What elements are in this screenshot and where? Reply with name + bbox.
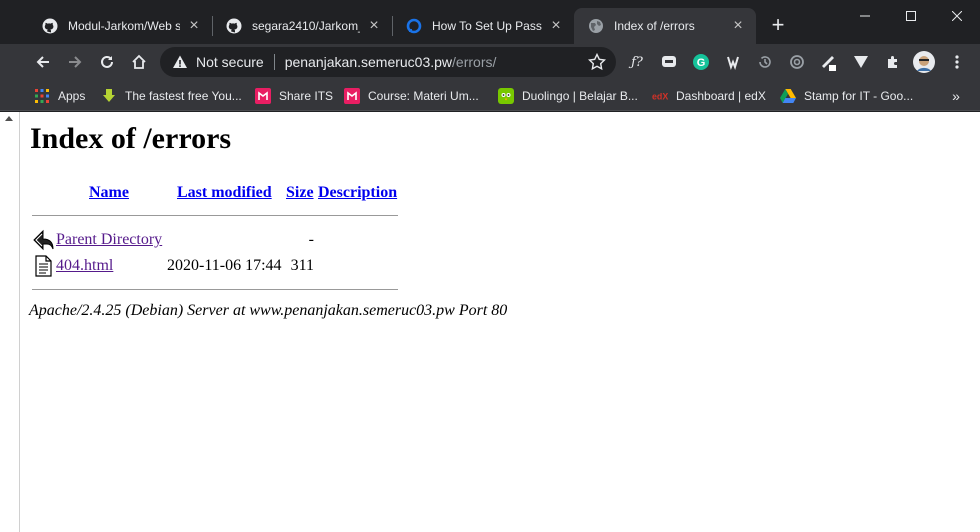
close-tab-icon[interactable]: × [548, 18, 564, 34]
page-title: Index of /errors [30, 122, 232, 155]
security-status-label: Not secure [196, 54, 264, 70]
bookmark-course-materi[interactable]: Course: Materi Um... [344, 85, 479, 107]
close-tab-icon[interactable]: × [186, 18, 202, 34]
parent-directory-link[interactable]: Parent Directory [56, 231, 162, 249]
bookmark-duolingo[interactable]: Duolingo | Belajar B... [498, 85, 638, 107]
profile-avatar[interactable] [913, 51, 935, 73]
bookmark-label: Apps [58, 89, 86, 103]
extensions-puzzle-icon[interactable] [882, 51, 904, 73]
bookmark-label: Course: Materi Um... [368, 89, 479, 103]
url-path: /errors/ [452, 54, 497, 70]
size-value: - [308, 231, 314, 248]
new-tab-button[interactable]: + [766, 14, 790, 38]
tab-title: segara2410/Jarkom_M [252, 19, 360, 33]
bookmark-stamp-for-it[interactable]: Stamp for IT - Goo... [780, 85, 913, 107]
circle-extension-icon[interactable] [786, 51, 808, 73]
wappalyzer-icon[interactable] [722, 51, 744, 73]
bookmark-label: The fastest free You... [125, 89, 242, 103]
duolingo-icon [498, 88, 514, 104]
column-last-modified-header[interactable]: Last modified [177, 184, 272, 202]
forward-button[interactable] [61, 48, 89, 76]
column-description-header[interactable]: Description [318, 184, 397, 202]
history-extension-icon[interactable] [754, 51, 776, 73]
edx-icon: edX [652, 88, 668, 104]
not-secure-warning-icon [173, 55, 187, 68]
tab-title: Index of /errors [614, 19, 695, 33]
close-tab-icon[interactable]: × [730, 18, 746, 34]
course-icon [344, 88, 360, 104]
back-arrow-icon [33, 229, 54, 251]
minimize-button[interactable] [842, 0, 888, 32]
close-window-button[interactable] [934, 0, 980, 32]
address-divider [273, 54, 275, 70]
header-divider [32, 215, 398, 216]
line-extension-icon[interactable] [658, 51, 680, 73]
footer-divider [32, 289, 398, 290]
page-content: Index of /errors Name Last modified Size… [20, 112, 980, 532]
file-link-404-html[interactable]: 404.html [56, 257, 113, 275]
size-value: 311 [290, 257, 314, 274]
bookmark-star-icon[interactable] [588, 53, 606, 71]
tab-title: Modul-Jarkom/Web se [68, 19, 180, 33]
back-arrow-icon [36, 56, 49, 68]
github-icon [42, 18, 58, 34]
reload-button[interactable] [93, 48, 121, 76]
tab-title: How To Set Up Passwo [432, 19, 542, 33]
scroll-up-arrow-icon[interactable] [5, 116, 13, 121]
apps-grid-icon [34, 88, 50, 104]
bookmark-label: Dashboard | edX [676, 89, 766, 103]
column-name-header[interactable]: Name [89, 184, 129, 202]
bookmark-label: Duolingo | Belajar B... [522, 89, 638, 103]
bookmark-label: Stamp for IT - Goo... [804, 89, 914, 103]
address-bar[interactable]: Not secure penanjakan.semeruc03.pw/error… [160, 47, 616, 77]
column-size-header[interactable]: Size [286, 184, 314, 202]
maximize-button[interactable] [888, 0, 934, 32]
google-drive-icon [780, 88, 796, 104]
url-host: penanjakan.semeruc03.pw [284, 54, 453, 70]
home-button[interactable] [125, 48, 153, 76]
bookmarks-bar: Apps The fastest free You... Share ITS C… [0, 80, 980, 111]
table-row: Parent Directory - [30, 229, 410, 253]
tab-modul-jarkom[interactable]: Modul-Jarkom/Web se × [28, 8, 212, 44]
tab-strip: Modul-Jarkom/Web se × segara2410/Jarkom_… [0, 0, 980, 44]
tab-index-of-errors[interactable]: Index of /errors × [574, 8, 756, 44]
digitalocean-icon [406, 18, 422, 34]
last-modified-value: 2020-11-06 17:44 [167, 257, 282, 274]
bookmark-fastest-free-youtube[interactable]: The fastest free You... [101, 85, 242, 107]
bookmark-edx-dashboard[interactable]: edX Dashboard | edX [652, 85, 766, 107]
bookmark-label: Share ITS [279, 89, 334, 103]
home-icon [132, 54, 146, 69]
pen-extension-icon[interactable] [818, 51, 840, 73]
forward-arrow-icon [69, 56, 82, 68]
vue-devtools-icon[interactable] [850, 51, 872, 73]
left-scrollbar[interactable] [0, 112, 20, 532]
back-button[interactable] [29, 48, 57, 76]
file-text-icon [35, 255, 52, 277]
table-row: 404.html 2020-11-06 17:44 311 [30, 255, 410, 279]
grammarly-icon[interactable]: G [690, 51, 712, 73]
chrome-menu-icon[interactable] [946, 51, 968, 73]
svg-text:edX: edX [652, 92, 668, 102]
close-tab-icon[interactable]: × [366, 18, 382, 34]
globe-icon [588, 18, 604, 34]
formula-extension-icon[interactable]: ƒ? [626, 51, 648, 73]
server-signature: Apache/2.4.25 (Debian) Server at www.pen… [29, 302, 508, 319]
share-its-icon [255, 88, 271, 104]
tab-how-to-set-up-password[interactable]: How To Set Up Passwo × [392, 8, 574, 44]
tab-segara-jarkom[interactable]: segara2410/Jarkom_M × [212, 8, 392, 44]
svg-text:G: G [697, 57, 706, 69]
browser-toolbar: Not secure penanjakan.semeruc03.pw/error… [0, 44, 980, 80]
github-icon [226, 18, 242, 34]
reload-icon [101, 55, 113, 68]
bookmark-apps[interactable]: Apps [34, 85, 85, 107]
bookmark-share-its[interactable]: Share ITS [255, 85, 333, 107]
download-arrow-icon [101, 88, 117, 104]
bookmarks-overflow-button[interactable]: » [948, 88, 964, 104]
